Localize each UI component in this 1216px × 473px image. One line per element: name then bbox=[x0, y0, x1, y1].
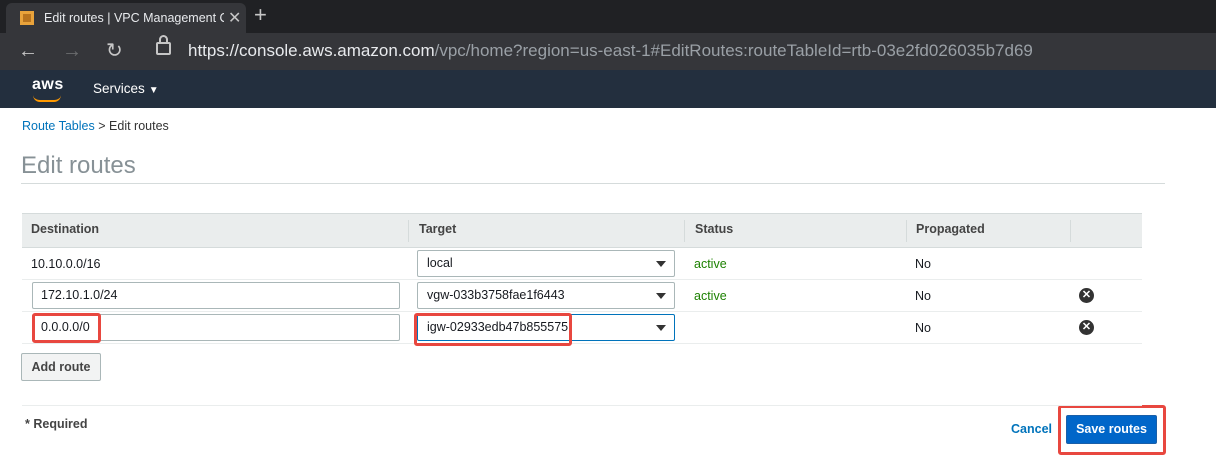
aws-console-header: aws Services ▼ bbox=[0, 70, 1216, 108]
breadcrumb-current: Edit routes bbox=[109, 119, 169, 133]
dropdown-arrow-icon bbox=[656, 325, 666, 331]
aws-favicon-icon bbox=[20, 11, 34, 25]
breadcrumb: Route Tables > Edit routes bbox=[22, 119, 169, 133]
dropdown-arrow-icon bbox=[656, 293, 666, 299]
browser-tab[interactable]: Edit routes | VPC Management C ✕ bbox=[6, 3, 246, 33]
dropdown-arrow-icon bbox=[656, 261, 666, 267]
forward-arrow-icon[interactable]: → bbox=[62, 39, 82, 63]
status-value: active bbox=[694, 289, 727, 303]
table-row: 0.0.0.0/0 igw-02933edb47b855575 No ✕ bbox=[22, 312, 1142, 344]
column-divider bbox=[906, 220, 907, 242]
reload-icon[interactable]: ↻ bbox=[106, 39, 123, 63]
destination-input[interactable]: 172.10.1.0/24 bbox=[32, 282, 400, 309]
destination-input-value: 172.10.1.0/24 bbox=[41, 288, 118, 302]
url-field[interactable]: https://console.aws.amazon.com/vpc/home?… bbox=[188, 41, 1033, 61]
address-bar: ← → ↻ https://console.aws.amazon.com/vpc… bbox=[0, 33, 1216, 70]
column-header-destination: Destination bbox=[31, 222, 100, 236]
title-divider bbox=[21, 183, 1165, 184]
aws-logo[interactable]: aws bbox=[32, 76, 64, 94]
new-tab-icon[interactable]: + bbox=[254, 4, 267, 26]
cancel-button[interactable]: Cancel bbox=[1011, 422, 1052, 436]
table-header: Destination Target Status Propagated bbox=[22, 213, 1142, 248]
remove-route-icon[interactable]: ✕ bbox=[1079, 288, 1094, 303]
column-divider bbox=[408, 220, 409, 242]
propagated-value: No bbox=[915, 257, 931, 271]
column-divider bbox=[684, 220, 685, 242]
services-label: Services bbox=[93, 81, 145, 96]
highlight-target-annotation bbox=[414, 313, 572, 346]
services-menu[interactable]: Services ▼ bbox=[93, 81, 159, 96]
browser-tab-bar: Edit routes | VPC Management C ✕ + bbox=[0, 0, 1216, 33]
propagated-value: No bbox=[915, 321, 931, 335]
add-route-button[interactable]: Add route bbox=[21, 353, 101, 381]
back-arrow-icon[interactable]: ← bbox=[18, 39, 38, 63]
save-routes-button[interactable]: Save routes bbox=[1066, 415, 1157, 444]
target-select[interactable]: vgw-033b3758fae1f6443 bbox=[417, 282, 675, 309]
target-select[interactable]: local bbox=[417, 250, 675, 277]
column-header-status: Status bbox=[695, 222, 734, 236]
breadcrumb-route-tables-link[interactable]: Route Tables bbox=[22, 119, 95, 133]
page-title: Edit routes bbox=[21, 152, 136, 179]
remove-route-icon[interactable]: ✕ bbox=[1079, 320, 1094, 335]
highlight-destination-annotation bbox=[32, 313, 101, 343]
status-value: active bbox=[694, 257, 727, 271]
aws-smile-icon bbox=[33, 95, 61, 102]
tab-title: Edit routes | VPC Management C bbox=[44, 11, 224, 25]
column-header-target: Target bbox=[419, 222, 457, 236]
column-divider bbox=[1070, 220, 1071, 242]
table-row: 10.10.0.0/16 local active No bbox=[22, 248, 1142, 280]
breadcrumb-separator: > bbox=[98, 119, 106, 133]
propagated-value: No bbox=[915, 289, 931, 303]
destination-value: 10.10.0.0/16 bbox=[31, 257, 101, 271]
lock-icon bbox=[156, 35, 171, 55]
close-tab-icon[interactable]: ✕ bbox=[228, 8, 241, 28]
column-header-propagated: Propagated bbox=[916, 222, 985, 236]
required-note: * Required bbox=[25, 417, 88, 431]
footer-divider bbox=[22, 405, 1142, 406]
target-select-value: local bbox=[427, 256, 453, 270]
table-row: 172.10.1.0/24 vgw-033b3758fae1f6443 acti… bbox=[22, 280, 1142, 312]
caret-down-icon: ▼ bbox=[148, 85, 159, 96]
target-select-value: vgw-033b3758fae1f6443 bbox=[427, 288, 565, 302]
